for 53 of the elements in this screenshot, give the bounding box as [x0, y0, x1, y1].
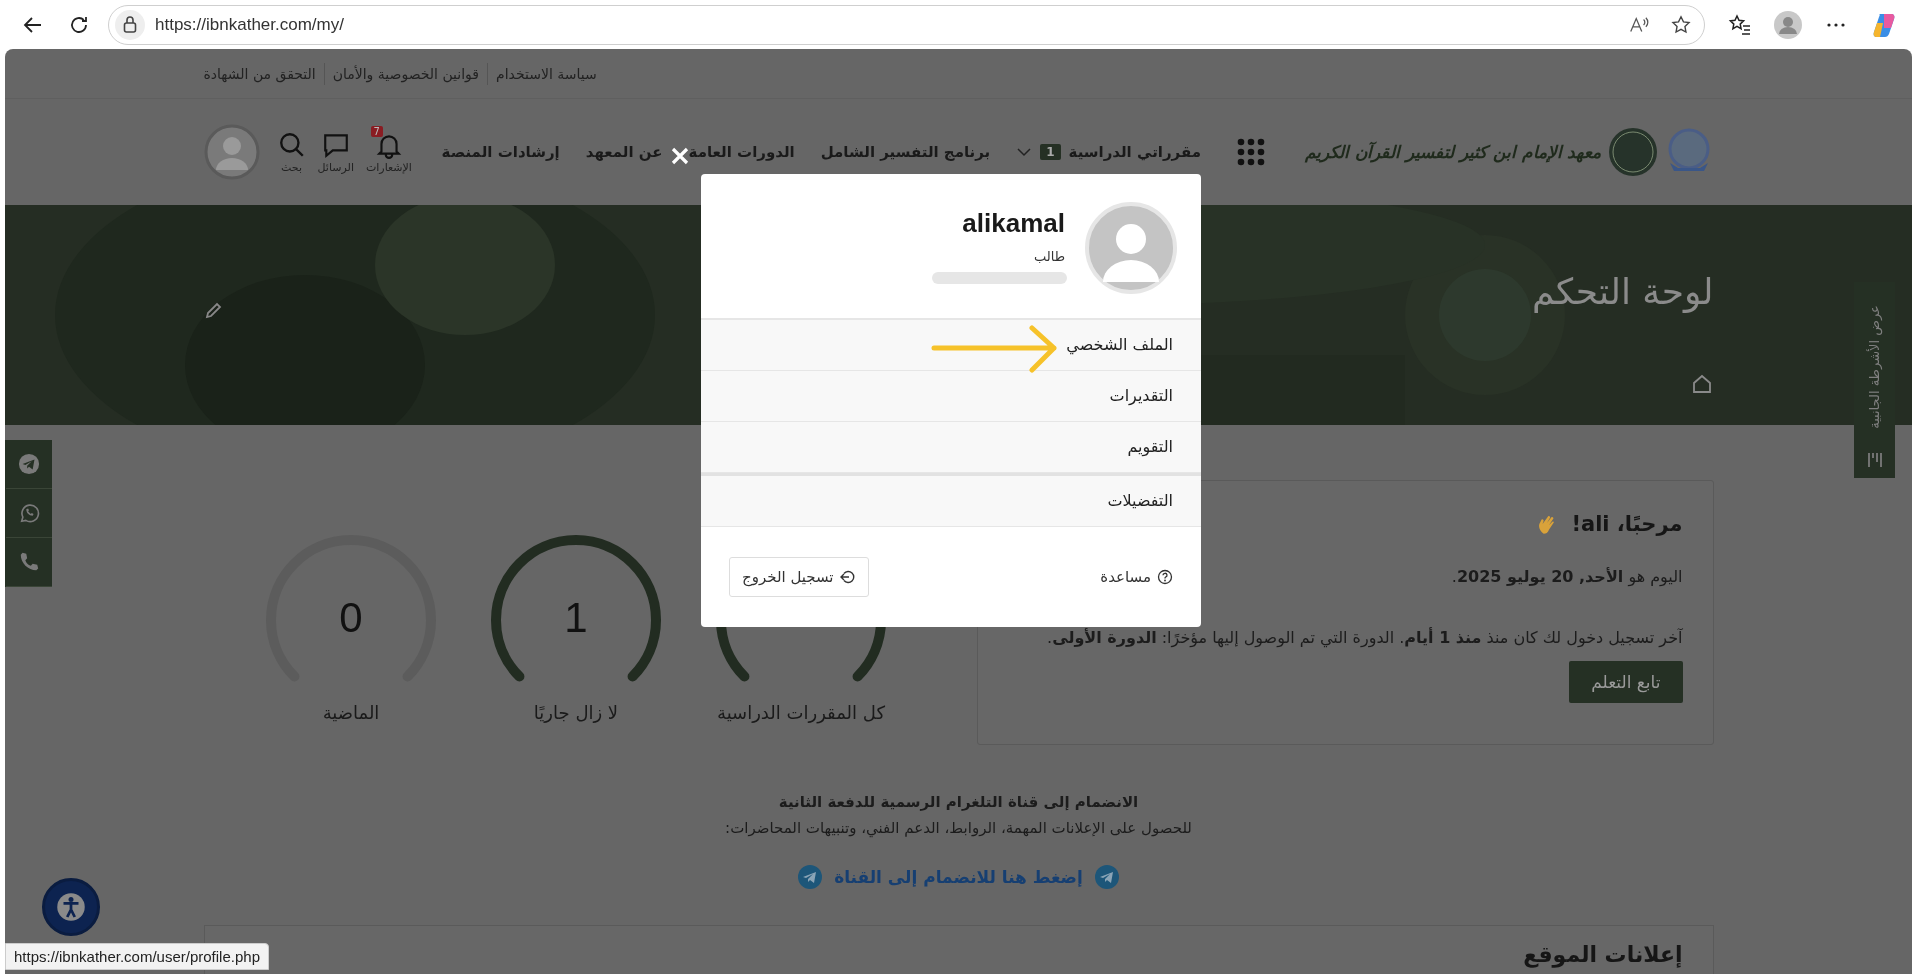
telegram-icon [1094, 865, 1119, 889]
header-icon-link[interactable]: بحث [277, 130, 306, 174]
help-icon [1157, 569, 1173, 585]
footer-link[interactable]: التحقق من الشهادة [203, 65, 316, 82]
header-icon-link[interactable]: الرسائل [317, 130, 354, 174]
avatar-icon [1085, 202, 1177, 294]
stat-value: 0 [339, 593, 363, 642]
username: alikamal [962, 208, 1065, 239]
nav-link[interactable]: عن المعهد [585, 143, 663, 161]
stat-label: كل المقررات الدراسية [717, 702, 885, 723]
list-icon [1866, 452, 1883, 468]
last-login-text: آخر تسجيل دخول لك كان منذ منذ 1 أيام. الدورة التي تم الوصول إليها مؤخرًا: الدورة الأولى. [1047, 628, 1683, 647]
status-url: https://ibnkather.com/user/profile.php [5, 943, 269, 970]
seal-icon [1607, 127, 1658, 177]
nav-link[interactable]: برنامج التفسير الشامل [820, 143, 991, 161]
profile-icon[interactable] [1774, 10, 1802, 39]
apps-grid-icon[interactable] [1237, 138, 1265, 166]
home-icon[interactable] [1691, 373, 1712, 394]
notification-badge: 7 [370, 125, 383, 137]
nav-link[interactable]: الدورات العامة [688, 143, 795, 161]
count-badge: 1 [1040, 144, 1061, 160]
favorites-icon[interactable] [1728, 12, 1752, 37]
menu-item[interactable]: الملف الشخصي [701, 320, 1201, 371]
footer-link[interactable]: سياسة الاستخدام [496, 65, 597, 82]
stat-label: الماضية [322, 702, 380, 723]
menu-item[interactable]: التفضيلات [701, 476, 1201, 527]
star-icon[interactable] [1670, 13, 1692, 36]
page-title: لوحة التحكم [1532, 270, 1714, 312]
join-channel-link[interactable]: إضغط هنا للانضمام إلى القناة [834, 867, 1083, 887]
stat-label: لا زال جاريًا [533, 702, 619, 723]
close-icon [670, 146, 690, 166]
user-role: طالب [1033, 249, 1065, 264]
continue-learning-button[interactable]: تابع التعلم [1569, 661, 1683, 703]
date-text: اليوم هو الأحد, 20 يوليو 2025. [1451, 567, 1683, 586]
menu-item[interactable]: التقويم [701, 422, 1201, 473]
menu-item[interactable]: التقديرات [701, 371, 1201, 422]
welcome-title: مرحبًا، ali! [1571, 512, 1683, 536]
accessibility-button[interactable] [42, 878, 100, 936]
help-link[interactable]: مساعدة [1100, 568, 1173, 586]
search-icon [277, 130, 306, 159]
telegram-icon [798, 865, 823, 889]
logout-button[interactable]: تسجيل الخروج [729, 557, 869, 597]
avatar-icon[interactable] [203, 124, 260, 180]
pencil-icon[interactable] [203, 300, 224, 320]
logout-icon [839, 569, 856, 585]
accessibility-icon [56, 892, 86, 922]
telegram-title: الانضمام إلى قناة التلغرام الرسمية للدفعة الثانية [778, 793, 1139, 811]
footer-link[interactable]: قوانين الخصوصية والأمان [332, 65, 480, 82]
logo-text: معهد الإمام ابن كثير لتفسير القرآن الكريم [1305, 142, 1602, 162]
stat-value: 1 [564, 593, 588, 642]
nav-link[interactable]: إرشادات المنصة [441, 143, 560, 161]
telegram-subtitle: للحصول على الإعلانات المهمة، الروابط، الدعم الفني، وتنبيهات المحاضرات: [725, 819, 1192, 837]
lock-icon[interactable] [115, 9, 145, 40]
